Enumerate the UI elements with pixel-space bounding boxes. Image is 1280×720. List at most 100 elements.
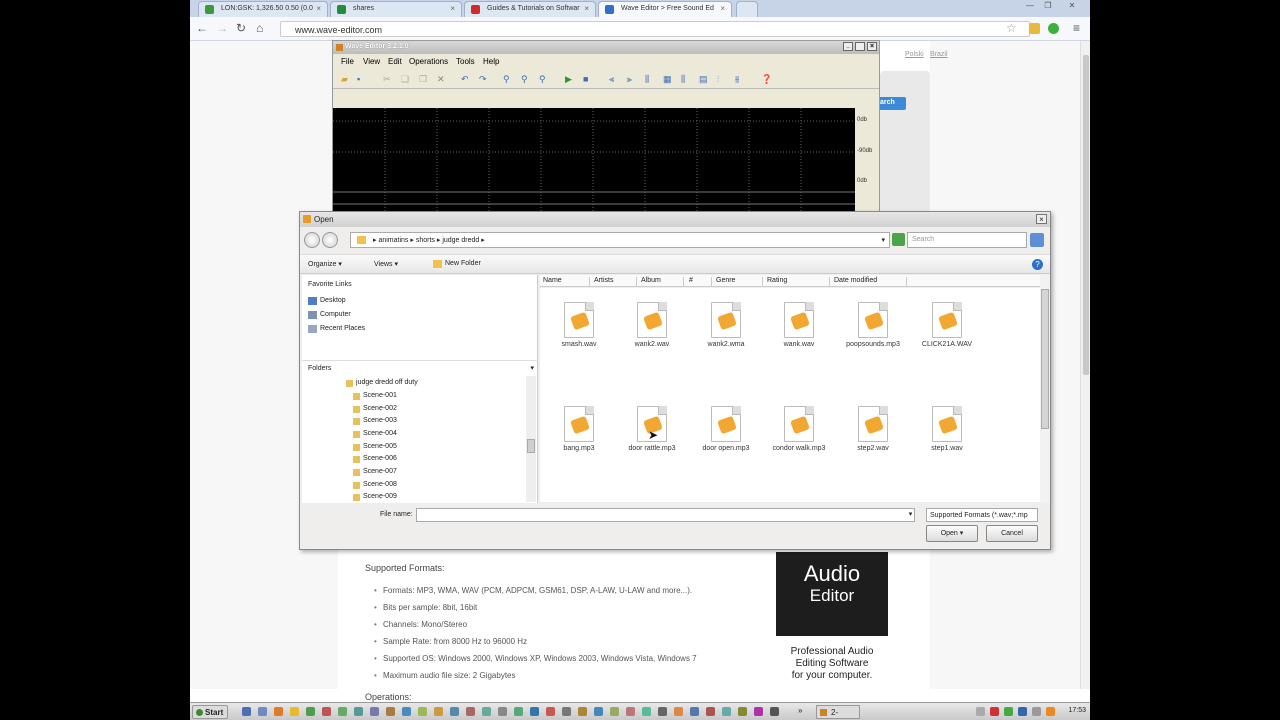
scrollbar-thumb[interactable] — [527, 439, 535, 453]
zoom-in-icon[interactable]: ⚲ — [503, 74, 510, 85]
firefox-icon[interactable] — [274, 707, 283, 716]
column-rating[interactable]: Rating — [764, 277, 830, 287]
menu-file[interactable]: File — [341, 57, 354, 66]
tray-icon[interactable] — [1018, 707, 1027, 716]
file-item[interactable]: step2.wav — [838, 406, 908, 452]
search-input[interactable]: Search — [907, 232, 1027, 248]
taskbar-task-button[interactable]: 2- — [816, 705, 860, 719]
scrollbar-thumb[interactable] — [1083, 55, 1089, 375]
app-icon[interactable] — [546, 707, 555, 716]
app-icon[interactable] — [738, 707, 747, 716]
organize-button[interactable]: Organize ▾ — [308, 260, 342, 268]
favorite-recent-places[interactable]: Recent Places — [308, 325, 365, 333]
zoom-fit-icon[interactable]: ⚲ — [539, 74, 546, 85]
menu-icon[interactable]: ≡ — [1073, 21, 1080, 35]
folder-item[interactable]: Scene-002 — [353, 405, 397, 413]
close-tab-icon[interactable]: × — [450, 4, 455, 13]
tab-lon-gsk[interactable]: LON:GSK: 1,326.50 0.50 (0.0 × — [198, 1, 328, 17]
chevron-down-icon[interactable]: ▾ — [906, 508, 915, 522]
app-icon[interactable] — [450, 707, 459, 716]
app-icon[interactable] — [322, 707, 331, 716]
maximize-icon[interactable] — [855, 42, 865, 51]
file-item[interactable]: CLICK21A.WAV — [912, 302, 982, 348]
views-button[interactable]: Views ▾ — [374, 260, 398, 268]
help-icon[interactable]: ? — [1032, 259, 1043, 270]
breadcrumb-item[interactable]: shorts — [416, 237, 435, 244]
close-icon[interactable]: × — [867, 42, 877, 51]
minimize-window-icon[interactable]: — — [1022, 0, 1038, 12]
column-number[interactable]: # — [686, 277, 712, 287]
amplify-icon[interactable]: ⫼ — [645, 74, 649, 85]
app-icon[interactable] — [402, 707, 411, 716]
folder-item[interactable]: Scene-009 — [353, 493, 397, 501]
file-type-filter[interactable]: Supported Formats (*.wav;*.mp — [926, 508, 1038, 522]
column-genre[interactable]: Genre — [713, 277, 763, 287]
favorite-computer[interactable]: Computer — [308, 311, 351, 319]
help-icon[interactable]: ❓ — [761, 74, 772, 85]
folder-item[interactable]: Scene-004 — [353, 430, 397, 438]
folder-item[interactable]: Scene-007 — [353, 468, 397, 476]
tray-icon[interactable] — [1004, 707, 1013, 716]
app-icon[interactable] — [674, 707, 683, 716]
column-album[interactable]: Album — [638, 277, 684, 287]
folders-header[interactable]: Folders ▾ — [302, 360, 538, 374]
app-icon[interactable] — [610, 707, 619, 716]
forward-arrow-icon[interactable]: → — [216, 21, 228, 35]
app-icon[interactable] — [418, 707, 427, 716]
silence-icon[interactable]: ⫵ — [735, 74, 739, 85]
language-link[interactable]: Polski — [905, 51, 924, 58]
tab-shares[interactable]: shares × — [330, 1, 462, 17]
menu-edit[interactable]: Edit — [388, 57, 402, 66]
copy-icon[interactable]: ❏ — [401, 74, 409, 85]
app-icon[interactable] — [578, 707, 587, 716]
maximize-window-icon[interactable]: ❐ — [1040, 0, 1056, 12]
menu-operations[interactable]: Operations — [409, 57, 448, 66]
folder-item[interactable]: Scene-008 — [353, 481, 397, 489]
bookmark-star-icon[interactable]: ☆ — [1006, 21, 1017, 35]
new-folder-button[interactable]: New Folder — [433, 260, 481, 268]
extension-circle-icon[interactable] — [1048, 23, 1059, 34]
app-icon[interactable] — [642, 707, 651, 716]
app-icon[interactable] — [466, 707, 475, 716]
tray-icon[interactable] — [1046, 707, 1055, 716]
waveform-display[interactable] — [333, 108, 855, 212]
file-item[interactable]: smash.wav — [544, 302, 614, 348]
app-icon[interactable] — [338, 707, 347, 716]
menu-tools[interactable]: Tools — [456, 57, 475, 66]
stop-icon[interactable]: ■ — [583, 74, 588, 84]
tab-guides[interactable]: Guides & Tutorials on Softwar × — [464, 1, 596, 17]
forward-icon[interactable] — [322, 232, 338, 248]
column-name[interactable]: Name — [540, 277, 590, 287]
app-icon[interactable] — [434, 707, 443, 716]
page-scrollbar[interactable] — [1080, 41, 1090, 689]
refresh-icon[interactable] — [892, 233, 905, 246]
zoom-out-icon[interactable]: ⚲ — [521, 74, 528, 85]
app-icon[interactable] — [658, 707, 667, 716]
save-icon[interactable]: ▪ — [357, 74, 360, 84]
delete-icon[interactable]: ✕ — [437, 74, 445, 85]
app-icon[interactable] — [722, 707, 731, 716]
back-arrow-icon[interactable]: ← — [196, 21, 208, 35]
app-icon[interactable] — [754, 707, 763, 716]
app-icon[interactable] — [306, 707, 315, 716]
chevron-down-icon[interactable]: ▾ — [530, 364, 534, 372]
file-item[interactable]: step1.wav — [912, 406, 982, 452]
play-icon[interactable]: ▶ — [565, 74, 572, 85]
file-list-scrollbar[interactable] — [1040, 275, 1050, 503]
app-icon[interactable] — [706, 707, 715, 716]
file-item[interactable]: wank2.wma — [691, 302, 761, 348]
close-window-icon[interactable]: ✕ — [1064, 0, 1080, 12]
file-item[interactable]: wank2.wav — [617, 302, 687, 348]
scrollbar-thumb[interactable] — [1041, 289, 1049, 429]
folder-item[interactable]: Scene-006 — [353, 455, 397, 463]
app-icon[interactable] — [594, 707, 603, 716]
desktop-icon[interactable] — [242, 707, 251, 716]
app-icon[interactable] — [386, 707, 395, 716]
breadcrumb[interactable]: ▸ animatins ▸ shorts ▸ judge dredd ▸ ▾ — [350, 232, 890, 248]
cut-icon[interactable]: ✂ — [383, 74, 391, 85]
file-item[interactable]: wank.wav — [764, 302, 834, 348]
app-icon[interactable] — [562, 707, 571, 716]
home-icon[interactable]: ⌂ — [256, 21, 263, 35]
cancel-button[interactable]: Cancel — [986, 525, 1038, 542]
app-icon[interactable] — [482, 707, 491, 716]
